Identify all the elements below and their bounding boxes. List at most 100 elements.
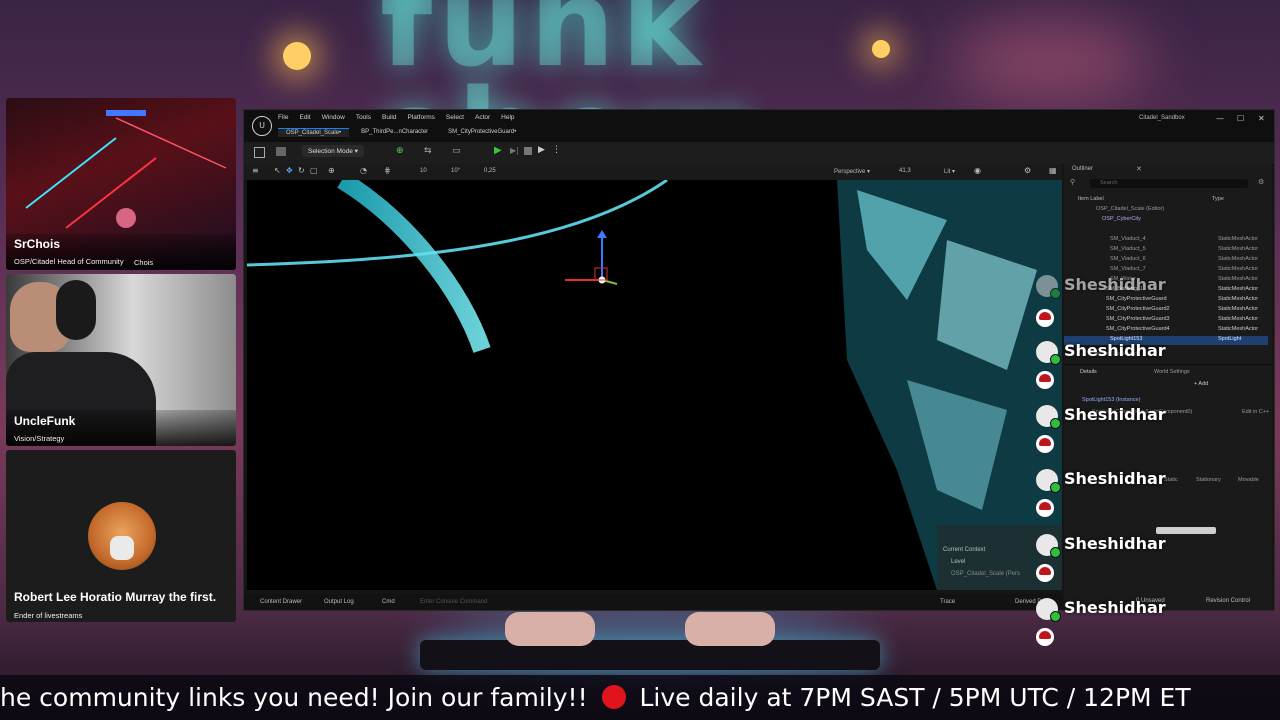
chat-avatar	[1036, 598, 1061, 622]
console-input[interactable]: Enter Console Command	[420, 594, 487, 610]
trace-button[interactable]: Trace	[940, 594, 955, 610]
viewport-toolbar: ≡ ↖ ✥ ↻ ▢ ⊕ ◔ ⋕ 10 10° 0,25 Perspective …	[244, 164, 1062, 180]
host-name: UncleFunk	[14, 414, 76, 428]
launch-icon[interactable]: ▶	[538, 145, 545, 155]
tab-level[interactable]: OSP_Citadel_Scale•	[278, 128, 350, 137]
chat-badge-icon	[1036, 499, 1054, 517]
tree-row[interactable]: SM_Viaduct_7 StaticMeshActor	[1110, 266, 1268, 272]
perspective-label: Perspective	[834, 169, 866, 175]
outliner-search-input[interactable]: Search	[1100, 180, 1117, 186]
tree-row-type: StaticMeshActor	[1218, 236, 1259, 242]
outliner-settings-icon[interactable]: ⚙	[1258, 178, 1264, 186]
main-toolbar: Selection Mode ▾ ⊕ ⇆ ▭ ▶ ▶| ▶ ⋮	[244, 142, 1274, 165]
select-tool-icon[interactable]: ↖	[274, 166, 281, 175]
close-icon[interactable]: ✕	[1258, 114, 1265, 123]
chat-avatar	[1036, 275, 1061, 299]
viewport-menu-icon[interactable]: ≡	[252, 166, 259, 175]
translate-tool-icon[interactable]: ✥	[286, 166, 293, 175]
minimize-icon[interactable]: —	[1216, 114, 1224, 123]
grid-snap-value[interactable]: 10	[420, 168, 427, 174]
ticker-message: he community links you need! Join our fa…	[0, 683, 588, 712]
host-role: Vision/Strategy	[14, 434, 65, 443]
play-button[interactable]: ▶	[494, 145, 502, 156]
settings-icon[interactable]: ⚙	[1024, 166, 1031, 175]
blueprint-icon[interactable]: ⇆	[424, 146, 432, 156]
chat-username: Sheshidhar	[1064, 275, 1166, 294]
browse-icon[interactable]	[276, 147, 286, 156]
add-actor-icon[interactable]: ⊕	[396, 146, 404, 156]
level-name: OSP_Citadel_Scale (Pers	[951, 571, 1021, 577]
menu-help[interactable]: Help	[501, 114, 514, 121]
level-viewport[interactable]: Current Context Level OSP_Citadel_Scale …	[247, 180, 1062, 590]
unreal-logo-icon[interactable]: U	[252, 116, 272, 136]
outliner-search[interactable]: Search	[1090, 179, 1248, 188]
menu-file[interactable]: File	[278, 114, 288, 121]
live-indicator-icon	[601, 685, 626, 709]
tree-row-type: StaticMeshActor	[1218, 246, 1259, 252]
cinematics-icon[interactable]: ▭	[452, 146, 461, 156]
tree-row[interactable]: OSP_CyberCity	[1102, 216, 1141, 222]
keyboard	[420, 640, 880, 670]
maximize-icon[interactable]: ☐	[1237, 114, 1244, 123]
rotation-snap-value[interactable]: 10°	[451, 168, 460, 174]
chat-username: Sheshidhar	[1064, 405, 1166, 424]
tree-row[interactable]: SM_Viaduct_5 StaticMeshActor	[1110, 246, 1268, 252]
lit-dropdown[interactable]: Lit ▾	[944, 168, 955, 175]
avatar-beard	[110, 536, 134, 560]
chat-message: Sheshidhar	[1030, 469, 1280, 533]
outliner-tab[interactable]: Outliner	[1072, 166, 1093, 172]
current-context-label: Current Context	[943, 547, 986, 553]
more-options-icon[interactable]: ⋮	[552, 145, 561, 155]
menu-tools[interactable]: Tools	[356, 114, 371, 121]
layout-icon[interactable]: ▦	[1049, 166, 1057, 175]
world-local-icon[interactable]: ⊕	[328, 166, 335, 175]
tree-row[interactable]: OSP_Citadel_Scale (Editor)	[1096, 206, 1164, 212]
headset	[56, 280, 96, 340]
scale-tool-icon[interactable]: ▢	[310, 166, 318, 175]
column-type[interactable]: Type	[1212, 196, 1224, 202]
menu-edit[interactable]: Edit	[299, 114, 310, 121]
cmd-dropdown[interactable]: Cmd	[382, 594, 395, 610]
tab-blueprint[interactable]: BP_ThirdPe...nCharacter	[353, 128, 436, 137]
host-name: SrChois	[14, 237, 61, 251]
menu-window[interactable]: Window	[322, 114, 345, 121]
ticker-bar: he community links you need! Join our fa…	[0, 675, 1280, 720]
close-tab-icon[interactable]: ✕	[1136, 165, 1142, 173]
tab-static-mesh[interactable]: SM_CityProtectiveGuard•	[440, 128, 524, 137]
chat-avatar	[1036, 405, 1061, 429]
output-log-button[interactable]: Output Log	[324, 594, 354, 610]
surface-snap-icon[interactable]: ◔	[360, 166, 367, 175]
chat-username: Sheshidhar	[1064, 469, 1166, 488]
selection-mode-dropdown[interactable]: Selection Mode ▾	[302, 145, 364, 157]
lit-label: Lit	[944, 169, 951, 175]
show-icon[interactable]: ◉	[974, 166, 981, 175]
stop-icon[interactable]	[524, 147, 532, 155]
menu-build[interactable]: Build	[382, 114, 396, 121]
scale-snap-value[interactable]: 0,25	[484, 168, 496, 174]
rotate-tool-icon[interactable]: ↻	[298, 166, 305, 175]
window-title: Citadel_Sandbox	[1139, 115, 1185, 121]
perspective-dropdown[interactable]: Perspective ▾	[834, 168, 870, 175]
tree-row-label: SM_Viaduct_7	[1110, 266, 1146, 272]
webcam-srchois: SrChois OSP/Citadel Head of Community Ch…	[6, 98, 236, 270]
menu-actor[interactable]: Actor	[475, 114, 490, 121]
document-tabs: OSP_Citadel_Scale• BP_ThirdPe...nCharact…	[278, 128, 528, 137]
tree-row[interactable]: SM_Viaduct_4 StaticMeshActor	[1110, 236, 1268, 242]
menu-platforms[interactable]: Platforms	[407, 114, 434, 121]
tree-row-label: OSP_Citadel_Scale (Editor)	[1096, 206, 1165, 212]
chat-message: Sheshidhar	[1030, 275, 1280, 339]
tree-row[interactable]: SM_Viaduct_6 StaticMeshActor	[1110, 256, 1268, 262]
fov-value[interactable]: 41,3	[899, 168, 911, 174]
chat-badge-icon	[1036, 628, 1054, 646]
content-drawer-button[interactable]: Content Drawer	[260, 594, 302, 610]
outliner-filter-icon[interactable]: ⚲	[1070, 178, 1075, 186]
chat-badge-icon	[1036, 371, 1054, 389]
column-label[interactable]: Item Label	[1078, 196, 1104, 202]
step-icon[interactable]: ▶|	[510, 146, 519, 155]
tree-row-label: SM_Viaduct_5	[1110, 246, 1146, 252]
tree-row-type: StaticMeshActor	[1218, 266, 1259, 272]
save-icon[interactable]	[254, 147, 265, 158]
menu-select[interactable]: Select	[446, 114, 464, 121]
tree-row-label: SM_Viaduct_4	[1110, 236, 1146, 242]
grid-snap-icon[interactable]: ⋕	[384, 166, 391, 175]
